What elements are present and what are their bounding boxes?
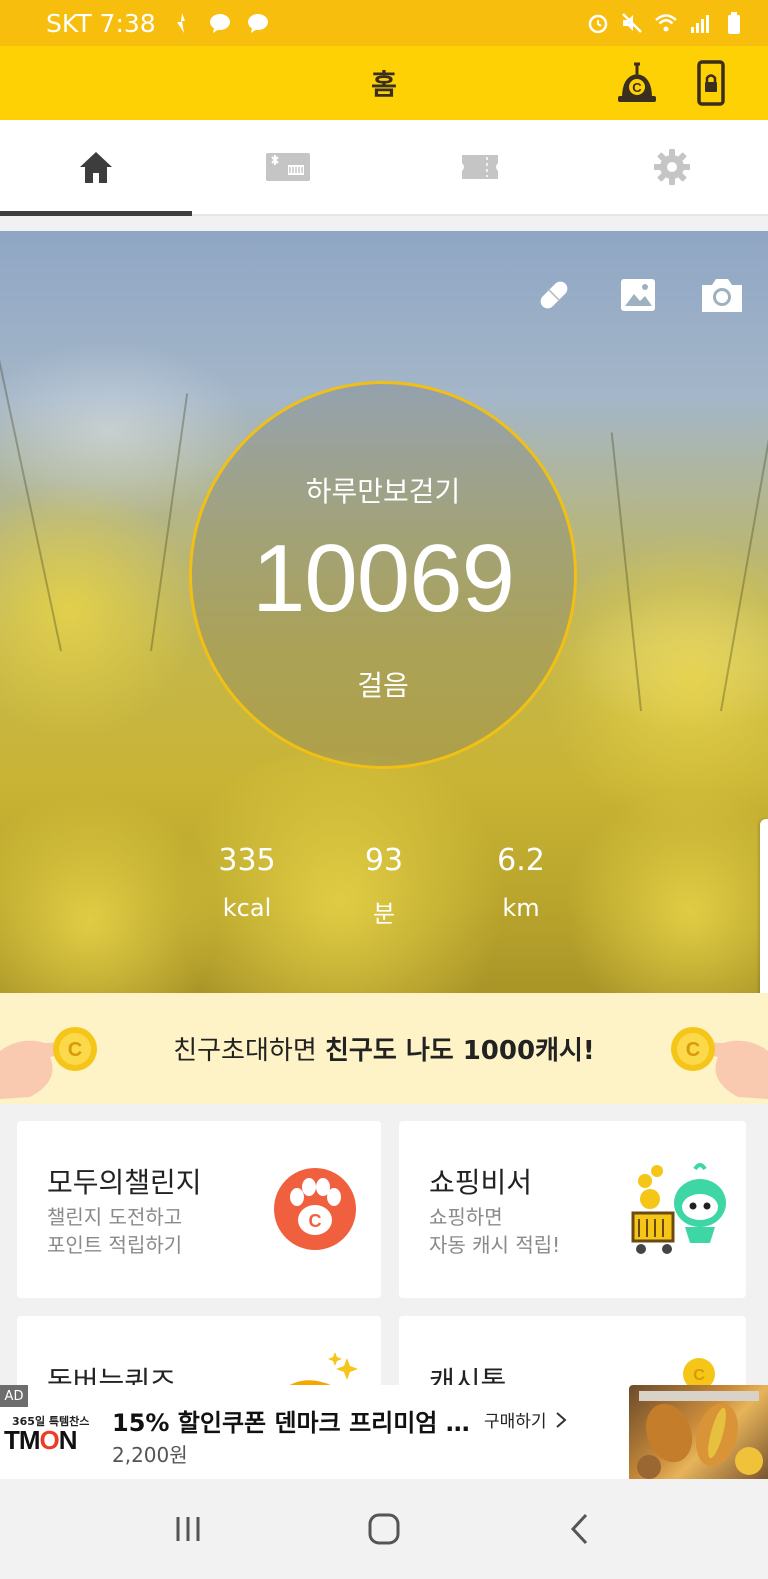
step-hero: 하루만보걷기 10069 걸음 335 kcal 93 분 6.2 km — [0, 231, 768, 993]
ad-banner[interactable]: AD 365일 특템찬스 TMON 15% 할인쿠폰 덴마크 프리미엄 … 2,… — [0, 1385, 768, 1479]
cash-coin-icon: C — [618, 62, 656, 102]
stat-distance: 6.2 km — [466, 843, 576, 929]
hand-coin-icon: C — [671, 1027, 768, 1099]
paw-coin-icon: C — [274, 1168, 356, 1250]
invite-banner[interactable]: C 친구초대하면 친구도 나도 1000캐시! C — [0, 993, 768, 1104]
ad-price: 2,200원 — [112, 1443, 188, 1467]
corndog-image — [637, 1391, 763, 1479]
stat-minutes: 93 분 — [329, 843, 439, 929]
card-subtitle-line: 자동 캐시 적립! — [429, 1233, 561, 1257]
ad-brand-logo: TMON — [4, 1425, 78, 1456]
camera-icon — [702, 279, 742, 312]
lock-screen-icon — [697, 60, 725, 106]
invite-text-plain: 친구초대하면 — [173, 1036, 326, 1066]
tab-coupon[interactable] — [192, 120, 384, 214]
carrier-time: SKT 7:38 — [46, 8, 156, 38]
activity-stats: 335 kcal 93 분 6.2 km — [192, 843, 576, 929]
stat-unit: 분 — [372, 900, 396, 928]
ad-buy-button[interactable]: 구매하기 — [484, 1407, 567, 1432]
invite-text: 친구초대하면 친구도 나도 1000캐시! — [173, 1030, 595, 1067]
gift-card-icon — [266, 153, 310, 181]
hand-coin-icon: C — [0, 1027, 97, 1099]
ring-label: 하루만보걷기 — [305, 475, 461, 508]
tab-settings[interactable] — [576, 120, 768, 214]
step-unit: 걸음 — [357, 669, 409, 702]
ad-brand-part: O — [39, 1425, 60, 1455]
card-subtitle: 챌린지 도전하고포인트 적립하기 — [47, 1203, 182, 1259]
ad-brand-part: TM — [4, 1425, 41, 1455]
gallery-icon — [621, 279, 655, 311]
stat-value: 6.2 — [497, 843, 545, 878]
signal-icon — [691, 15, 709, 33]
stat-value: 93 — [364, 843, 404, 878]
flower-blur — [560, 791, 768, 993]
alarm-icon — [588, 14, 608, 34]
svg-text:C: C — [693, 1367, 705, 1384]
gallery-button[interactable] — [614, 271, 662, 319]
lock-screen-button[interactable] — [686, 58, 736, 108]
card-subtitle-line: 챌린지 도전하고 — [47, 1205, 183, 1229]
card-cashtalk[interactable]: 캐시톡 C — [399, 1316, 746, 1398]
card-title: 쇼핑비서 — [429, 1166, 533, 1199]
card-subtitle: 쇼핑하면자동 캐시 적립! — [429, 1203, 560, 1259]
cash-coin-button[interactable]: C — [612, 58, 662, 108]
invite-text-bold: 친구도 나도 1000캐시! — [325, 1036, 595, 1066]
pill-icon — [540, 281, 568, 309]
gear-icon — [654, 149, 690, 185]
hero-toolbar — [530, 271, 746, 319]
card-subtitle-line: 포인트 적립하기 — [47, 1233, 183, 1257]
shopping-mascot-icon — [631, 1163, 726, 1254]
ad-buy-label: 구매하기 — [484, 1412, 547, 1432]
ad-brand-part: N — [58, 1425, 78, 1455]
back-icon — [570, 1513, 588, 1545]
activity-icon — [176, 13, 185, 33]
step-count: 10069 — [252, 525, 515, 632]
step-counter-ring[interactable]: 하루만보걷기 10069 걸음 — [189, 381, 577, 769]
edge-panel-handle[interactable] — [760, 819, 768, 993]
svg-text:C: C — [686, 1039, 700, 1061]
pill-button[interactable] — [530, 271, 578, 319]
stat-calories: 335 kcal — [192, 843, 302, 929]
card-title: 모두의챌린지 — [47, 1166, 202, 1199]
home-nav-button[interactable] — [354, 1499, 414, 1559]
mute-icon — [622, 13, 642, 33]
main-tabs — [0, 120, 768, 216]
svg-text:C: C — [632, 80, 642, 95]
ad-thumbnail — [629, 1385, 768, 1479]
card-challenge[interactable]: 모두의챌린지 챌린지 도전하고포인트 적립하기 C — [17, 1121, 381, 1298]
camera-button[interactable] — [698, 271, 746, 319]
card-subtitle-line: 쇼핑하면 — [429, 1205, 503, 1229]
svg-text:C: C — [68, 1039, 82, 1061]
home-icon — [80, 152, 112, 183]
battery-icon — [728, 12, 740, 34]
stat-value: 335 — [218, 843, 276, 878]
ticket-icon — [462, 155, 498, 179]
card-shopping[interactable]: 쇼핑비서 쇼핑하면자동 캐시 적립! — [399, 1121, 746, 1298]
system-nav-bar — [0, 1479, 768, 1579]
page-title: 홈 — [371, 68, 397, 101]
svg-text:C: C — [309, 1211, 322, 1231]
tab-home[interactable] — [0, 120, 192, 216]
ad-tag: AD — [0, 1385, 28, 1407]
wifi-icon — [655, 14, 677, 32]
card-quiz[interactable]: 돈버는퀴즈 — [17, 1316, 381, 1398]
app-header: 홈 C — [0, 46, 768, 120]
talk-icon — [247, 14, 268, 33]
chevron-right-icon — [555, 1411, 567, 1428]
stat-unit: km — [502, 894, 540, 922]
recent-apps-button[interactable] — [158, 1499, 218, 1559]
tab-ticket[interactable] — [384, 120, 576, 214]
talk-icon — [209, 14, 230, 33]
home-button-icon — [368, 1513, 400, 1545]
ad-title: 15% 할인쿠폰 덴마크 프리미엄 … — [112, 1409, 470, 1437]
status-bar: SKT 7:38 — [0, 0, 768, 46]
recent-apps-icon — [176, 1517, 200, 1541]
stat-unit: kcal — [222, 894, 272, 922]
back-button[interactable] — [550, 1499, 610, 1559]
